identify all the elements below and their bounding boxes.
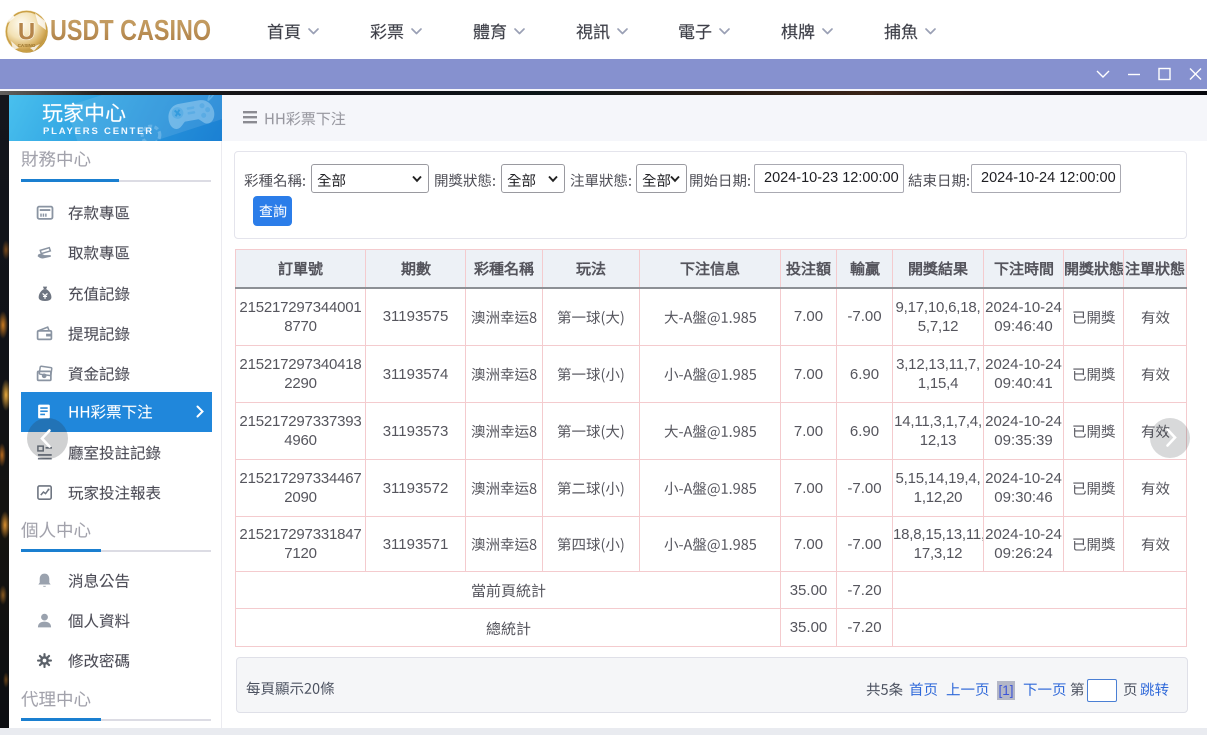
- svg-text:CASINO: CASINO: [18, 43, 36, 48]
- svg-text:U: U: [18, 19, 35, 46]
